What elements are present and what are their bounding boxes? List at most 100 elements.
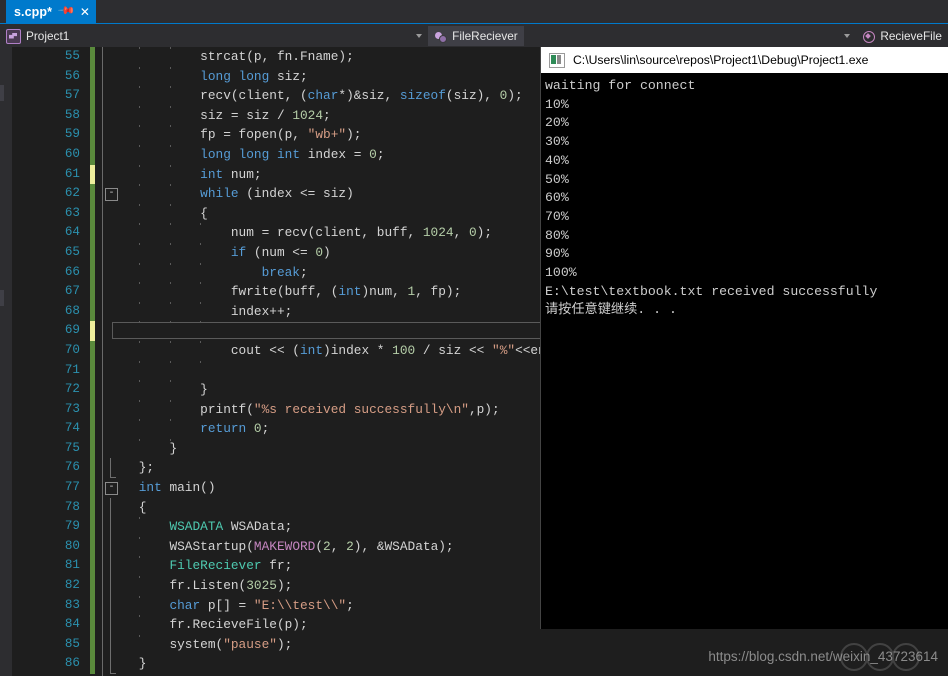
gutter-separator	[102, 595, 103, 616]
gutter-separator	[102, 615, 103, 635]
change-bar	[90, 497, 95, 518]
code-token: ;	[346, 597, 354, 613]
code-token: , fp);	[415, 284, 462, 300]
code-token: ,	[453, 225, 469, 241]
method-dropdown[interactable]: RecieveFile	[856, 24, 948, 48]
code-token: );	[276, 636, 293, 652]
method-icon	[862, 30, 876, 43]
close-icon[interactable]: ✕	[80, 6, 90, 18]
code-token: "%s received successfully\n"	[253, 401, 469, 417]
code-token: long	[200, 68, 231, 84]
chevron-down-icon[interactable]	[844, 34, 851, 38]
gutter-separator	[102, 47, 103, 67]
editor-left-rail	[0, 47, 12, 676]
project-label: Project1	[26, 29, 70, 43]
gutter-separator	[102, 301, 103, 322]
code-token: (num <=	[246, 244, 316, 260]
gutter-separator	[102, 360, 103, 381]
code-token: if	[230, 244, 247, 260]
gutter-separator	[102, 125, 103, 145]
change-bar	[90, 282, 95, 302]
code-token: long	[238, 68, 270, 84]
gutter-separator	[102, 654, 103, 674]
code-token: };	[138, 460, 155, 476]
code-token: "wb+"	[307, 127, 347, 143]
change-bar	[90, 262, 95, 283]
code-token: int	[138, 480, 162, 496]
gutter-separator	[102, 144, 103, 165]
code-token: main()	[161, 480, 216, 496]
class-label: FileReciever	[452, 29, 518, 43]
change-bar	[90, 556, 95, 577]
code-token: WSAData;	[223, 519, 293, 535]
code-token: while	[200, 186, 239, 202]
console-output-line: 100%	[545, 265, 577, 281]
gutter-separator	[102, 282, 103, 302]
change-bar	[90, 654, 95, 674]
console-output-line: 请按任意键继续. . .	[545, 302, 677, 318]
change-bar	[90, 301, 95, 322]
tab-s-cpp[interactable]: s.cpp* 📌 ✕	[6, 0, 96, 23]
line-number: 64	[64, 225, 80, 240]
code-token: }	[200, 382, 208, 398]
console-title-bar[interactable]: C:\Users\lin\source\repos\Project1\Debug…	[541, 47, 948, 73]
gutter-separator	[102, 105, 103, 126]
change-bar	[90, 144, 95, 165]
code-token: 100	[392, 342, 416, 358]
code-token: index =	[300, 146, 370, 162]
code-token: 0	[253, 421, 262, 437]
change-bar	[90, 321, 95, 341]
project-dropdown[interactable]: Project1	[0, 24, 428, 48]
line-number: 75	[64, 440, 80, 455]
navigation-bar: Project1 FileReciever RecieveFile	[0, 23, 948, 48]
code-token: (siz),	[445, 88, 500, 104]
line-number: 82	[64, 578, 80, 593]
code-token: 0	[315, 244, 324, 260]
change-bar	[90, 595, 95, 616]
line-number: 76	[64, 460, 80, 475]
console-output-line: 40%	[545, 152, 569, 168]
console-output-line: 10%	[545, 96, 569, 112]
pin-icon[interactable]: 📌	[57, 2, 75, 20]
code-token: index++;	[230, 303, 293, 319]
console-window[interactable]: C:\Users\lin\source\repos\Project1\Debug…	[541, 47, 948, 629]
code-token: char	[307, 88, 339, 104]
gutter-separator	[102, 340, 103, 361]
code-token: num = recv(client, buff,	[230, 225, 423, 241]
line-number: 77	[64, 480, 80, 495]
console-output-line: waiting for connect	[545, 78, 696, 93]
code-token: );	[346, 127, 362, 143]
line-number: 73	[64, 401, 80, 416]
code-token: "E:\\test\\"	[253, 597, 347, 613]
code-token: int	[338, 284, 362, 300]
class-dropdown[interactable]: FileReciever	[428, 24, 856, 48]
change-bar	[90, 536, 95, 557]
line-number: 63	[64, 205, 80, 220]
change-bar	[90, 203, 95, 224]
code-token: (	[315, 538, 324, 554]
code-token: siz;	[269, 68, 308, 84]
gutter-separator	[102, 634, 103, 655]
code-token: );	[476, 225, 492, 241]
gutter-separator	[102, 223, 103, 243]
code-token: num;	[223, 166, 262, 182]
console-title: C:\Users\lin\source\repos\Project1\Debug…	[573, 53, 869, 67]
code-token: fr.RecieveFile(p);	[169, 617, 308, 633]
line-number: 61	[64, 166, 80, 181]
line-number: 59	[64, 127, 80, 142]
chevron-down-icon[interactable]	[416, 34, 423, 38]
gutter-separator	[102, 458, 103, 479]
gutter-separator	[102, 536, 103, 557]
line-number: 74	[64, 421, 80, 436]
code-token: break	[261, 264, 300, 280]
code-token: }	[169, 440, 178, 456]
code-token: long	[200, 146, 231, 162]
code-token: 1024	[292, 107, 324, 123]
code-token: cout << (	[230, 342, 300, 358]
console-output-line: 30%	[545, 134, 569, 150]
code-token: / siz <<	[415, 342, 493, 358]
console-output-line: 80%	[545, 227, 569, 243]
code-token: "%"	[492, 342, 516, 358]
